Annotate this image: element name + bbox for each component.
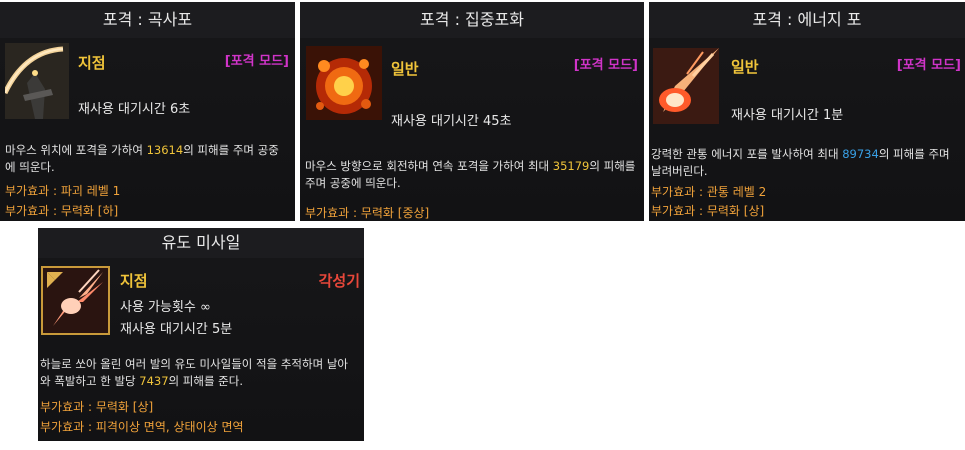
skill-description: 마우스 위치에 포격을 가하여 13614의 피해를 주며 공중에 띄운다. (5, 142, 289, 176)
cooldown-text: 재사용 대기시간 6초 (78, 102, 191, 117)
guided-missile-icon (41, 266, 110, 335)
skill-card-howitzer: 포격 : 곡사포 지점 [포격 모드] 재사용 대기시간 6초 마우스 위치에 … (0, 2, 295, 221)
skill-card-barrage: 포격 : 집중포화 일반 [포격 모드] 재사용 대기시간 45초 마우스 방향… (300, 2, 644, 221)
skill-type: 지점 (78, 54, 106, 72)
skill-body: 지점 각성기 사용 가능횟수 ∞ 재사용 대기시간 5분 하늘로 쏘아 올린 여… (38, 258, 364, 441)
skill-description: 마우스 방향으로 회전하며 연속 포격을 가하여 최대 35179의 피해를 주… (305, 158, 639, 192)
effect-line: 부가효과 : 파괴 레벨 1 (5, 184, 121, 198)
skill-card-energy-cannon: 포격 : 에너지 포 일반 [포격 모드] 재사용 대기시간 1분 강력한 관통… (649, 2, 965, 221)
skill-title: 포격 : 곡사포 (0, 2, 295, 38)
effect-line: 부가효과 : 무력화 [하] (5, 204, 119, 218)
skill-title: 포격 : 에너지 포 (649, 2, 965, 38)
damage-value: 35179 (552, 159, 590, 173)
desc-text: 강력한 관통 에너지 포를 발사하여 최대 (651, 147, 843, 161)
skill-mode-badge: [포격 모드] (573, 58, 638, 73)
desc-text: 마우스 방향으로 회전하며 연속 포격을 가하여 최대 (305, 159, 553, 173)
skill-card-guided-missile: 유도 미사일 지점 각성기 사용 가능횟수 ∞ 재사용 대기시간 5분 하늘로 … (38, 228, 364, 441)
skill-type: 일반 (391, 60, 419, 78)
barrage-icon (306, 46, 382, 120)
skill-type: 지점 (120, 272, 148, 290)
damage-value: 13614 (146, 143, 184, 157)
skill-body: 일반 [포격 모드] 재사용 대기시간 1분 강력한 관통 에너지 포를 발사하… (649, 38, 965, 221)
skill-description: 강력한 관통 에너지 포를 발사하여 최대 89734의 피해를 주며 날려버린… (651, 146, 961, 180)
skill-title: 유도 미사일 (38, 228, 364, 258)
skill-mode-badge: [포격 모드] (896, 58, 961, 73)
skill-title: 포격 : 집중포화 (300, 2, 644, 38)
cooldown-text: 재사용 대기시간 45초 (391, 114, 512, 129)
skill-type: 일반 (731, 58, 759, 76)
desc-text: 의 피해를 준다. (168, 374, 243, 388)
desc-text: 마우스 위치에 포격을 가하여 (5, 143, 147, 157)
cooldown-text: 재사용 대기시간 5분 (120, 322, 233, 337)
skill-body: 일반 [포격 모드] 재사용 대기시간 45초 마우스 방향으로 회전하며 연속… (300, 38, 644, 221)
damage-value: 89734 (842, 147, 879, 161)
skill-description: 하늘로 쏘아 올린 여러 발의 유도 미사일들이 적을 추적하며 날아와 폭발하… (40, 356, 358, 390)
damage-value: 7437 (139, 374, 169, 388)
effect-line: 부가효과 : 무력화 [중상] (305, 206, 430, 220)
effect-line: 부가효과 : 무력화 [상] (40, 400, 154, 414)
howitzer-icon (5, 43, 69, 119)
energy-cannon-icon (653, 48, 719, 124)
effect-line: 부가효과 : 관통 레벨 2 (651, 185, 767, 199)
uses-text: 사용 가능횟수 ∞ (120, 300, 211, 315)
awakening-badge: 각성기 (318, 272, 360, 290)
effect-line: 부가효과 : 피격이상 면역, 상태이상 면역 (40, 420, 244, 434)
effect-line: 부가효과 : 무력화 [상] (651, 204, 765, 218)
skill-mode-badge: [포격 모드] (224, 54, 289, 69)
cooldown-text: 재사용 대기시간 1분 (731, 108, 844, 123)
skill-body: 지점 [포격 모드] 재사용 대기시간 6초 마우스 위치에 포격을 가하여 1… (0, 38, 295, 221)
